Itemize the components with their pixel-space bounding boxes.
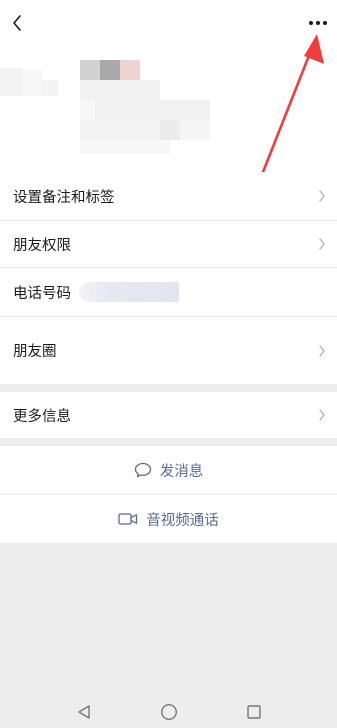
profile-header bbox=[0, 0, 337, 172]
chevron-right-icon bbox=[319, 238, 325, 250]
video-call-button[interactable]: 音视频通话 bbox=[0, 495, 337, 543]
back-button[interactable] bbox=[4, 10, 30, 36]
row-more-info[interactable]: 更多信息 bbox=[0, 392, 337, 438]
more-options-button[interactable] bbox=[305, 12, 331, 34]
moments-label: 朋友圈 bbox=[13, 344, 57, 360]
square-recents-icon bbox=[247, 705, 261, 719]
row-friend-permissions[interactable]: 朋友权限 bbox=[0, 221, 337, 267]
chevron-left-icon bbox=[13, 15, 21, 31]
video-camera-icon bbox=[118, 513, 138, 525]
video-call-label: 音视频通话 bbox=[146, 512, 219, 529]
more-info-label: 更多信息 bbox=[13, 408, 71, 425]
send-message-label: 发消息 bbox=[159, 463, 204, 480]
chat-bubble-icon bbox=[134, 462, 151, 478]
nav-home-button[interactable] bbox=[157, 700, 181, 724]
remarks-tags-label: 设置备注和标签 bbox=[13, 189, 115, 206]
chevron-right-icon bbox=[319, 344, 325, 357]
system-navigation-bar bbox=[0, 696, 337, 728]
chevron-right-icon bbox=[319, 409, 325, 421]
contact-profile-screen: 设置备注和标签 朋友权限 电话号码 朋友圈 更多信息 发消息 音视频通话 bbox=[0, 0, 337, 728]
row-phone-number: 电话号码 bbox=[0, 268, 337, 316]
send-message-button[interactable]: 发消息 bbox=[0, 446, 337, 494]
nav-recents-button[interactable] bbox=[242, 700, 266, 724]
triangle-back-icon bbox=[78, 705, 90, 719]
row-moments[interactable]: 朋友圈 bbox=[0, 317, 337, 384]
phone-number-label: 电话号码 bbox=[13, 285, 71, 302]
chevron-right-icon bbox=[319, 190, 325, 202]
nav-back-button[interactable] bbox=[72, 700, 96, 724]
row-remarks-tags[interactable]: 设置备注和标签 bbox=[0, 172, 337, 220]
friend-permissions-label: 朋友权限 bbox=[13, 237, 71, 254]
more-horizontal-icon bbox=[309, 21, 327, 25]
phone-number-redacted bbox=[79, 282, 179, 302]
circle-home-icon bbox=[160, 703, 178, 721]
